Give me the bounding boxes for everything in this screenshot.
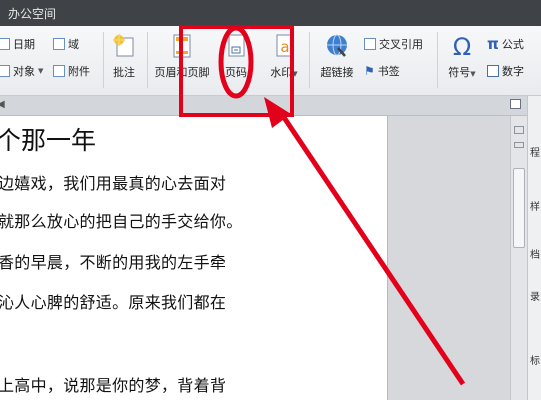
hyperlink-button[interactable]: 超链接 (315, 32, 359, 90)
number-label: 数字 (502, 65, 524, 78)
date-label: 日期 (13, 38, 35, 51)
collapse-arrow-icon[interactable]: ◀ (0, 99, 5, 110)
title-bar: 办公空间 (0, 0, 541, 26)
pi-icon: π (487, 35, 499, 53)
header-footer-label: 页眉和页脚 (154, 66, 210, 79)
page-number-label: 页码 (225, 66, 247, 79)
date-button[interactable]: 日期 (0, 34, 35, 54)
task-pane-char[interactable]: 样 (530, 198, 540, 213)
bookmark-flag-icon: ⚑ (364, 64, 375, 78)
omega-icon: Ω (452, 33, 472, 61)
header-footer-icon (168, 32, 196, 62)
task-pane-char[interactable]: 程 (530, 144, 540, 159)
watermark-label: 水印▼ (270, 66, 298, 79)
attachment-label: 附件 (68, 65, 90, 78)
number-icon (487, 65, 499, 77)
cross-reference-button[interactable]: 交叉引用 (364, 34, 423, 54)
ribbon-divider (437, 32, 438, 88)
document-heading: 个那一年 (0, 126, 97, 155)
comment-label: 批注 (113, 66, 135, 79)
window-title: 办公空间 (8, 7, 57, 21)
bookmark-label: 书签 (377, 65, 400, 78)
comment-button[interactable]: 批注 (102, 32, 146, 90)
ribbon-divider (147, 32, 148, 88)
calendar-icon (0, 38, 10, 50)
field-button[interactable]: 域 (53, 34, 79, 54)
cross-reference-icon (364, 38, 376, 50)
task-pane-char[interactable]: 档 (530, 246, 540, 261)
ribbon-divider (309, 32, 310, 88)
paperclip-icon (53, 65, 65, 77)
symbol-label: 符号▼ (448, 66, 476, 79)
cross-reference-label: 交叉引用 (379, 38, 423, 51)
document-line: 就那么放心的把自己的手交给你。 (0, 212, 243, 231)
panel-icon[interactable] (514, 126, 524, 134)
insert-ribbon: 日期 对象 ▼ 域 附件 批注 页眉和页脚 页码 a 水印▼ 超链接 交叉引用 … (0, 26, 541, 96)
watermark-button[interactable]: a 水印▼ (262, 32, 306, 90)
object-button[interactable]: 对象 ▼ (0, 61, 43, 81)
field-icon (53, 38, 65, 50)
canvas-background (388, 116, 510, 400)
svg-text:a: a (280, 38, 289, 56)
formula-button[interactable]: π 公式 (487, 34, 524, 54)
page-number-button[interactable]: 页码 (216, 32, 256, 90)
header-footer-button[interactable]: 页眉和页脚 (152, 32, 212, 90)
document-page[interactable]: 个那一年 边嬉戏，我们用最真的心去面对 就那么放心的把自己的手交给你。 香的早晨… (0, 116, 388, 400)
object-icon (0, 65, 10, 77)
hyperlink-label: 超链接 (320, 66, 354, 79)
chevron-down-icon: ▼ (470, 70, 476, 78)
document-line: 香的早晨，不断的用我的左手牵 (0, 253, 227, 272)
field-label: 域 (68, 38, 79, 51)
layout-toggle-icon[interactable] (510, 99, 521, 109)
chevron-down-icon: ▼ (38, 67, 44, 75)
scroll-thumb[interactable] (513, 168, 525, 248)
ruler-bar: ◀ (0, 96, 541, 116)
chevron-down-icon: ▼ (292, 70, 298, 78)
scroll-up-icon[interactable] (514, 142, 524, 148)
app-window: 办公空间 日期 对象 ▼ 域 附件 批注 页眉和页脚 页码 a 水印▼ 超链接 … (0, 0, 541, 400)
object-label: 对象 (13, 65, 35, 78)
bookmark-button[interactable]: ⚑ 书签 (364, 61, 400, 81)
document-line: 上高中，说那是你的梦，背着背 (0, 376, 227, 395)
watermark-icon: a (270, 32, 298, 62)
task-pane: 程 样 档 录 标 (527, 96, 541, 400)
attachment-button[interactable]: 附件 (53, 61, 90, 81)
task-pane-char[interactable]: 标 (530, 352, 540, 367)
symbol-button[interactable]: Ω 符号▼ (442, 32, 482, 90)
formula-label: 公式 (501, 38, 524, 51)
globe-link-icon (323, 32, 351, 62)
vertical-scrollbar[interactable] (510, 116, 527, 400)
document-line: 边嬉戏，我们用最真的心去面对 (0, 174, 227, 193)
number-button[interactable]: 数字 (487, 61, 524, 81)
page-number-icon (222, 32, 250, 62)
document-line: 沁人心脾的舒适。原来我们都在 (0, 293, 227, 312)
task-pane-char[interactable]: 录 (530, 288, 540, 303)
comment-icon (110, 32, 138, 62)
